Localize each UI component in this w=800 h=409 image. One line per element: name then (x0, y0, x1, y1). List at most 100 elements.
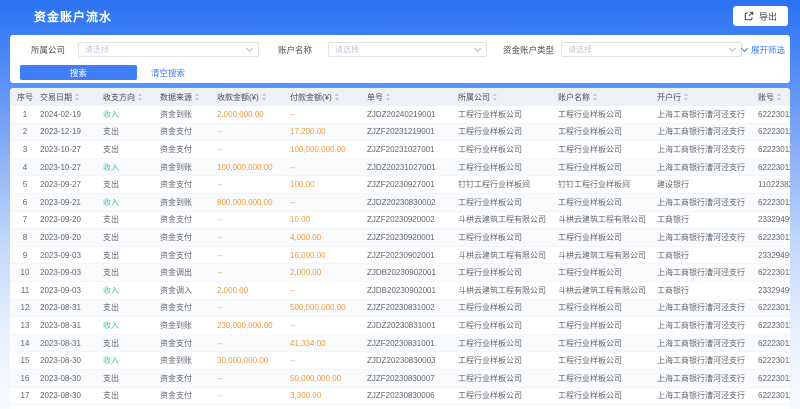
flow-table: 序号交易日期收支方向数据来源收款金额(¥)付款金额(¥)单号所属公司账户名称开户… (10, 88, 790, 409)
table-row[interactable]: 52023-09-27支出资金支付--100.00ZJZF20230927001… (10, 176, 790, 194)
cell-date: 2023-09-21 (40, 198, 103, 207)
table-row[interactable]: 22023-12-19支出资金支付--17,200.00ZJZF20231219… (10, 124, 790, 142)
filter-row: 所属公司 请选择 账户名称 请选择 资金账户类型 请选择 展开筛选 (31, 42, 778, 57)
table-row[interactable]: 162023-08-30支出资金支付--50,000,000.00ZJZF202… (10, 370, 790, 388)
cell-no: 2 (10, 127, 40, 136)
table-row[interactable]: 62023-09-21收入资金到账800,000,000.00--ZJDZ202… (10, 194, 790, 212)
cell-company: 工程行业样板公司 (458, 109, 558, 120)
column-header-direction[interactable]: 收支方向 (103, 92, 160, 103)
column-header-order_no[interactable]: 单号 (367, 92, 458, 103)
account-name-select[interactable]: 请选择 (328, 42, 487, 57)
table-row[interactable]: 122023-08-31支出资金支付--500,000,000.00ZJZF20… (10, 300, 790, 318)
table-row[interactable]: 132023-08-31收入资金到账230,000,000.00--ZJDZ20… (10, 317, 790, 335)
company-select-placeholder: 请选择 (85, 44, 109, 55)
cell-account_name: 工程行业样板公司 (558, 232, 657, 243)
cell-account_no: 622230111 (758, 145, 790, 154)
cell-account_name: 工程行业样板公司 (558, 197, 657, 208)
cell-order_no: ZJZF20231219001 (367, 127, 458, 136)
cell-direction: 支出 (103, 179, 160, 190)
cell-bank: 上海工商银行漕河泾支行 (657, 390, 758, 401)
cell-no: 12 (10, 303, 40, 312)
cell-order_no: ZJDZ20230830003 (367, 356, 458, 365)
cell-no: 8 (10, 233, 40, 242)
cell-company: 斗栱云建筑工程有限公司 (458, 250, 558, 261)
chevron-down-icon (246, 45, 253, 52)
cell-date: 2023-10-27 (40, 163, 103, 172)
cell-income: 2,000,000.00 (217, 110, 290, 119)
cell-bank: 上海工商银行漕河泾支行 (657, 232, 758, 243)
sort-icon (493, 93, 497, 101)
export-button[interactable]: 导出 (733, 6, 788, 26)
cell-direction: 支出 (103, 144, 160, 155)
sort-icon (75, 93, 79, 101)
cell-direction: 收入 (103, 355, 160, 366)
table-row[interactable]: 72023-09-20支出资金支付--10.00ZJZF20230920002斗… (10, 212, 790, 230)
table-row[interactable]: 172023-08-30支出资金支付--3,300.00ZJZF20230830… (10, 388, 790, 406)
cell-direction: 支出 (103, 232, 160, 243)
cell-no: 10 (10, 268, 40, 277)
expand-filters-link[interactable]: 展开筛选 (742, 44, 785, 56)
column-header-date[interactable]: 交易日期 (40, 92, 103, 103)
cell-payment: 50,000,000.00 (290, 374, 367, 383)
column-label: 收支方向 (103, 92, 135, 103)
cell-account_name: 斗栱云建筑工程有限公司 (558, 214, 657, 225)
column-label: 开户行 (657, 92, 681, 103)
cell-bank: 上海工商银行漕河泾支行 (657, 302, 758, 313)
cell-bank: 上海工商银行漕河泾支行 (657, 162, 758, 173)
chevron-down-icon (729, 45, 736, 52)
column-header-payment[interactable]: 付款金额(¥) (290, 92, 367, 103)
export-button-label: 导出 (759, 10, 777, 23)
cell-order_no: ZJDZ20230831001 (367, 321, 458, 330)
cell-account_name: 工程行业样板公司 (558, 373, 657, 384)
cell-direction: 支出 (103, 250, 160, 261)
table-row[interactable]: 32023-10-27支出资金支付--100,000,000.00ZJZF202… (10, 141, 790, 159)
account-type-filter-label: 资金账户类型 (503, 44, 553, 56)
column-header-bank[interactable]: 开户行 (657, 92, 758, 103)
cell-source: 资金支付 (160, 144, 217, 155)
table-row[interactable]: 102023-09-03支出资金调出--2,000.00ZJDB20230902… (10, 264, 790, 282)
column-header-source[interactable]: 数据来源 (160, 92, 217, 103)
cell-account_no: 622230111 (758, 391, 790, 400)
table-row[interactable]: 112023-09-03收入资金调入2,000.00--ZJDB20230902… (10, 282, 790, 300)
cell-payment: -- (290, 356, 367, 365)
cell-account_no: 622230111 (758, 374, 790, 383)
cell-direction: 收入 (103, 162, 160, 173)
company-select[interactable]: 请选择 (78, 42, 259, 57)
cell-no: 14 (10, 339, 40, 348)
clear-search-button[interactable]: 清空搜索 (151, 67, 185, 79)
cell-account_no: 622230111 (758, 268, 790, 277)
cell-source: 资金支付 (160, 214, 217, 225)
cell-income: -- (217, 233, 290, 242)
cell-company: 工程行业样板公司 (458, 390, 558, 401)
cell-date: 2023-08-30 (40, 356, 103, 365)
search-button[interactable]: 搜索 (20, 65, 137, 80)
table-row[interactable]: 92023-09-03支出资金支付--16,000.00ZJZF20230902… (10, 247, 790, 265)
cell-date: 2023-08-30 (40, 374, 103, 383)
column-label: 账号 (758, 92, 774, 103)
cell-source: 资金支付 (160, 179, 217, 190)
cell-income: 2,000.00 (217, 286, 290, 295)
cell-bank: 上海工商银行漕河泾支行 (657, 144, 758, 155)
cell-direction: 支出 (103, 302, 160, 313)
table-row[interactable]: 142023-08-31支出资金支付--41,334.00ZJZF2023083… (10, 335, 790, 353)
column-header-account_no[interactable]: 账号 (758, 92, 790, 103)
cell-source: 资金到账 (160, 355, 217, 366)
column-header-company[interactable]: 所属公司 (458, 92, 558, 103)
table-row[interactable]: 82023-09-20支出资金支付--4,000.00ZJZF202309200… (10, 229, 790, 247)
column-header-account_name[interactable]: 账户名称 (558, 92, 657, 103)
cell-direction: 收入 (103, 320, 160, 331)
cell-bank: 上海工商银行漕河泾支行 (657, 126, 758, 137)
cell-bank: 上海工商银行漕河泾支行 (657, 109, 758, 120)
column-header-income[interactable]: 收款金额(¥) (217, 92, 290, 103)
cell-order_no: ZJDB20230902001 (367, 268, 458, 277)
cell-company: 工程行业样板公司 (458, 144, 558, 155)
column-label: 付款金额(¥) (290, 92, 332, 103)
table-row[interactable]: 42023-10-27收入资金到账100,000,000.00--ZJDZ202… (10, 159, 790, 177)
account-type-select[interactable]: 请选择 (561, 42, 742, 57)
cell-payment: 2,000.00 (290, 268, 367, 277)
table-row[interactable]: 12024-02-19收入资金到账2,000,000.00--ZJDZ20240… (10, 106, 790, 124)
sort-icon (386, 93, 390, 101)
table-row[interactable]: 152023-08-30收入资金到账30,000,000.00--ZJDZ202… (10, 352, 790, 370)
page-title: 资金账户流水 (34, 8, 112, 25)
cell-direction: 支出 (103, 338, 160, 349)
